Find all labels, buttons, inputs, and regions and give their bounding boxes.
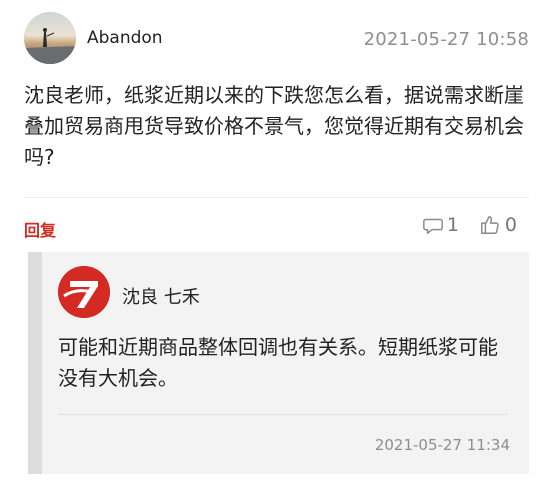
user-avatar[interactable] [24, 12, 76, 64]
like-button[interactable]: 0 [479, 214, 517, 236]
speech-bubble-icon [423, 218, 443, 234]
divider [24, 197, 529, 198]
post-header: Abandon 2021-05-27 10:58 [24, 12, 529, 66]
reply-timestamp: 2021-05-27 11:34 [374, 436, 510, 454]
reply-button[interactable]: 回复 [24, 217, 56, 241]
action-bar: 回复 1 0 [24, 214, 529, 240]
reply-divider [58, 414, 508, 415]
username[interactable]: Abandon [87, 28, 163, 48]
reply-accent-bar [28, 252, 42, 474]
question-text: 沈良老师，纸浆近期以来的下跌您怎么看，据说需求断崖叠加贸易商甩货导致价格不景气，… [24, 83, 524, 169]
comment-count: 1 [446, 214, 459, 236]
reply-card: 沈良 七禾 可能和近期商品整体回调也有关系。短期纸浆可能没有大机会。 2021-… [28, 252, 529, 474]
post-timestamp: 2021-05-27 10:58 [363, 29, 529, 50]
avatar-image [24, 12, 76, 64]
brand-logo-icon [58, 266, 110, 318]
comment-button[interactable]: 1 [422, 214, 459, 236]
thumbs-up-icon [480, 216, 499, 234]
reply-author-avatar[interactable] [58, 266, 110, 318]
reply-text: 可能和近期商品整体回调也有关系。短期纸浆可能没有大机会。 [58, 335, 498, 390]
like-count: 0 [504, 214, 517, 236]
reply-author-name[interactable]: 沈良 七禾 [122, 283, 200, 309]
